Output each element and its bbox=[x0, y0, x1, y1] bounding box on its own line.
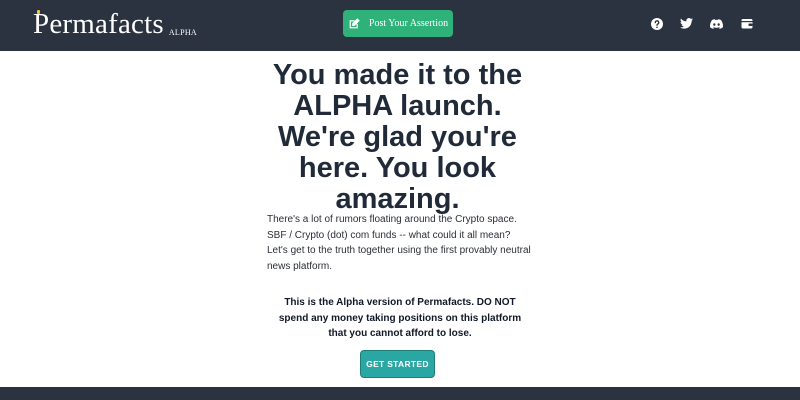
post-assertion-button[interactable]: Post Your Assertion bbox=[343, 10, 453, 37]
footer-band bbox=[0, 387, 800, 400]
get-started-button[interactable]: GET STARTED bbox=[360, 350, 435, 378]
hero-description: There's a lot of rumors floating around … bbox=[267, 214, 531, 272]
brand-tag: ALPHA bbox=[168, 28, 198, 37]
post-assertion-label: Post Your Assertion bbox=[368, 18, 449, 29]
wallet-icon[interactable] bbox=[740, 17, 753, 30]
brand-logo[interactable]: Permafacts ALPHA bbox=[33, 7, 197, 41]
brand-accent-dot bbox=[37, 10, 40, 14]
discord-icon[interactable] bbox=[710, 17, 723, 30]
twitter-icon[interactable] bbox=[680, 17, 693, 30]
help-icon[interactable] bbox=[650, 17, 663, 30]
top-navbar: Permafacts ALPHA Post Your Assertion bbox=[0, 0, 800, 51]
alpha-warning: This is the Alpha version of Permafacts.… bbox=[278, 297, 522, 339]
nav-icon-group bbox=[650, 17, 753, 30]
edit-icon bbox=[348, 17, 361, 30]
brand-name: Permafacts bbox=[33, 8, 164, 40]
hero-title: You made it to the ALPHA launch. We're g… bbox=[272, 59, 523, 215]
